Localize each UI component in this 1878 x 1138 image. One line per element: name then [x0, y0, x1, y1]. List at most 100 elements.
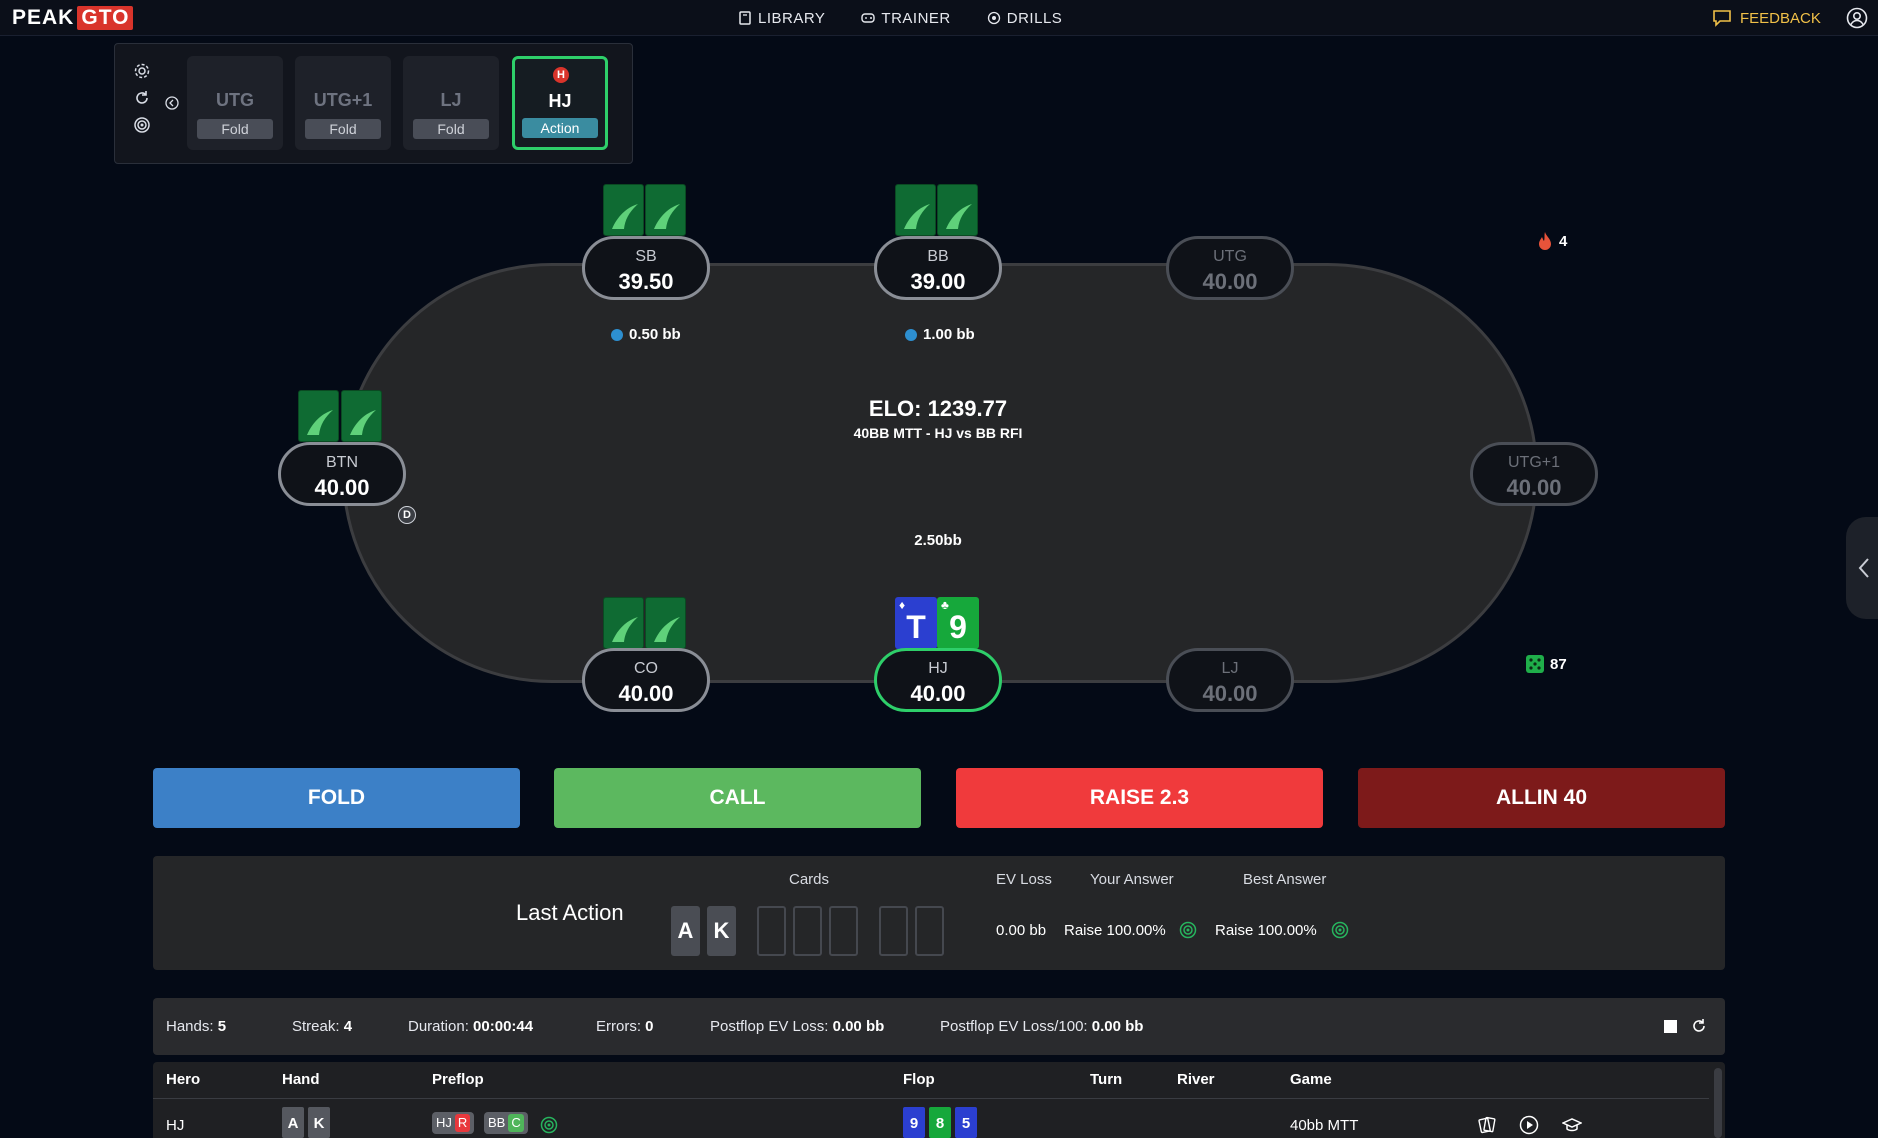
seat-utg1: UTG+1 40.00 — [1470, 442, 1598, 506]
correct-target-icon — [540, 1116, 558, 1134]
seat-stack: 40.00 — [1202, 681, 1258, 706]
board-card-slot — [829, 906, 858, 956]
hand-card: A — [282, 1107, 304, 1138]
flop-card: 5 — [955, 1107, 977, 1138]
seat-stack: 40.00 — [314, 475, 370, 500]
study-icon[interactable] — [1562, 1115, 1582, 1135]
row-hero: HJ — [166, 1117, 185, 1134]
position-status: Action — [522, 118, 598, 138]
session-stats-bar: Hands: 5 Streak: 4 Duration: 00:00:44 Er… — [153, 998, 1725, 1055]
account-icon[interactable] — [1846, 7, 1868, 29]
card-back — [603, 597, 644, 649]
seat-btn: BTN 40.00 — [278, 442, 406, 506]
last-action-title: Last Action — [516, 900, 624, 925]
side-panel-toggle[interactable] — [1846, 517, 1878, 619]
stat-duration: Duration: 00:00:44 — [408, 1018, 534, 1035]
position-card-lj[interactable]: LJ Fold — [403, 56, 499, 150]
position-name: LJ — [440, 90, 462, 110]
feedback-label: FEEDBACK — [1740, 9, 1821, 27]
nav-trainer[interactable]: TRAINER — [861, 10, 950, 27]
board-card-slot — [793, 906, 822, 956]
seat-name: LJ — [1221, 660, 1239, 677]
scrollbar[interactable] — [1714, 1068, 1722, 1138]
pot-amount: 2.50bb — [914, 532, 962, 549]
card-back — [298, 390, 339, 442]
card-back — [603, 184, 644, 236]
nav-trainer-label: TRAINER — [881, 9, 951, 27]
dice-icon — [1526, 655, 1544, 673]
chip-icon — [905, 328, 917, 341]
preflop-action-bb: BB C — [484, 1112, 528, 1134]
logo-text-right: GTO — [77, 6, 134, 30]
seat-name: BTN — [326, 454, 358, 471]
card-back — [895, 184, 936, 236]
ev-loss-header: EV Loss — [996, 871, 1052, 888]
seat-name: BB — [927, 248, 949, 265]
your-answer-value: Raise 100.00% — [1064, 922, 1166, 939]
nav-drills[interactable]: DRILLS — [987, 10, 1063, 27]
feedback-button[interactable]: FEEDBACK — [1712, 6, 1821, 30]
seat-name: SB — [635, 248, 657, 265]
streak-count: 4 — [1559, 232, 1568, 250]
blind-amount: 1.00 bb — [923, 326, 975, 343]
seat-name: UTG+1 — [1507, 454, 1560, 471]
seat-stack: 39.50 — [618, 269, 674, 294]
card-back — [937, 184, 978, 236]
hero-badge: H — [553, 67, 569, 83]
seat-stack: 40.00 — [618, 681, 674, 706]
best-answer-header: Best Answer — [1243, 871, 1327, 888]
seat-stack: 40.00 — [910, 681, 966, 706]
col-header-flop: Flop — [903, 1071, 935, 1088]
settings-button[interactable] — [133, 62, 151, 80]
hand-card: K — [707, 906, 736, 956]
back-arrow-icon[interactable] — [165, 96, 179, 110]
stat-streak: Streak: 4 — [292, 1018, 353, 1035]
seat-name: HJ — [928, 660, 948, 677]
preflop-action-hj: HJ R — [432, 1112, 475, 1134]
hand-card: A — [671, 906, 700, 956]
col-header-river: River — [1177, 1071, 1215, 1088]
flop-card: 8 — [929, 1107, 951, 1138]
board-card-slot — [915, 906, 944, 956]
position-card-hj[interactable]: H HJ Action — [512, 56, 608, 150]
hero-card-2: ♣ 9 — [937, 597, 979, 649]
stop-session-button[interactable] — [1664, 1020, 1677, 1033]
hand-card: K — [308, 1107, 330, 1138]
hero-card-1: ♦ T — [895, 597, 937, 649]
cards-icon[interactable] — [1477, 1115, 1497, 1135]
seat-lj: LJ 40.00 — [1166, 648, 1294, 712]
position-name: UTG+1 — [313, 90, 373, 110]
play-icon[interactable] — [1519, 1115, 1539, 1135]
nav-drills-label: DRILLS — [1006, 9, 1063, 27]
card-rank: 9 — [949, 609, 967, 645]
card-back — [341, 390, 382, 442]
stat-hands: Hands: 5 — [166, 1018, 227, 1035]
scenario-label: 40BB MTT - HJ vs BB RFI — [853, 425, 1023, 441]
top-nav: PEAK GTO LIBRARY TRAINER DRILLS FEEDBACK — [0, 0, 1878, 36]
last-action-panel: Last Action Cards EV Loss Your Answer Be… — [153, 856, 1725, 970]
col-header-turn: Turn — [1090, 1071, 1123, 1088]
flame-icon — [1539, 232, 1551, 250]
dealer-button: D — [398, 506, 416, 524]
col-header-preflop: Preflop — [432, 1071, 484, 1088]
call-button[interactable]: CALL — [554, 768, 921, 828]
sb-blind: 0.50 bb — [611, 326, 681, 343]
main-nav: LIBRARY TRAINER DRILLS — [738, 0, 1062, 36]
refresh-icon[interactable] — [1690, 1017, 1708, 1035]
seat-stack: 40.00 — [1202, 269, 1258, 294]
target-button[interactable] — [133, 116, 151, 134]
peakgto-logo[interactable]: PEAK GTO — [12, 6, 134, 30]
header-divider — [153, 1098, 1709, 1099]
nav-library[interactable]: LIBRARY — [738, 10, 825, 27]
random-indicator: 87 — [1526, 655, 1567, 673]
blind-amount: 0.50 bb — [629, 326, 681, 343]
position-status: Fold — [413, 119, 489, 139]
position-name: UTG — [216, 90, 254, 110]
col-header-game: Game — [1290, 1071, 1332, 1088]
reset-button[interactable] — [133, 89, 151, 107]
allin-button[interactable]: ALLIN 40 — [1358, 768, 1725, 828]
position-card-utg[interactable]: UTG Fold — [187, 56, 283, 150]
position-card-utg1[interactable]: UTG+1 Fold — [295, 56, 391, 150]
raise-button[interactable]: RAISE 2.3 — [956, 768, 1323, 828]
fold-button[interactable]: FOLD — [153, 768, 520, 828]
